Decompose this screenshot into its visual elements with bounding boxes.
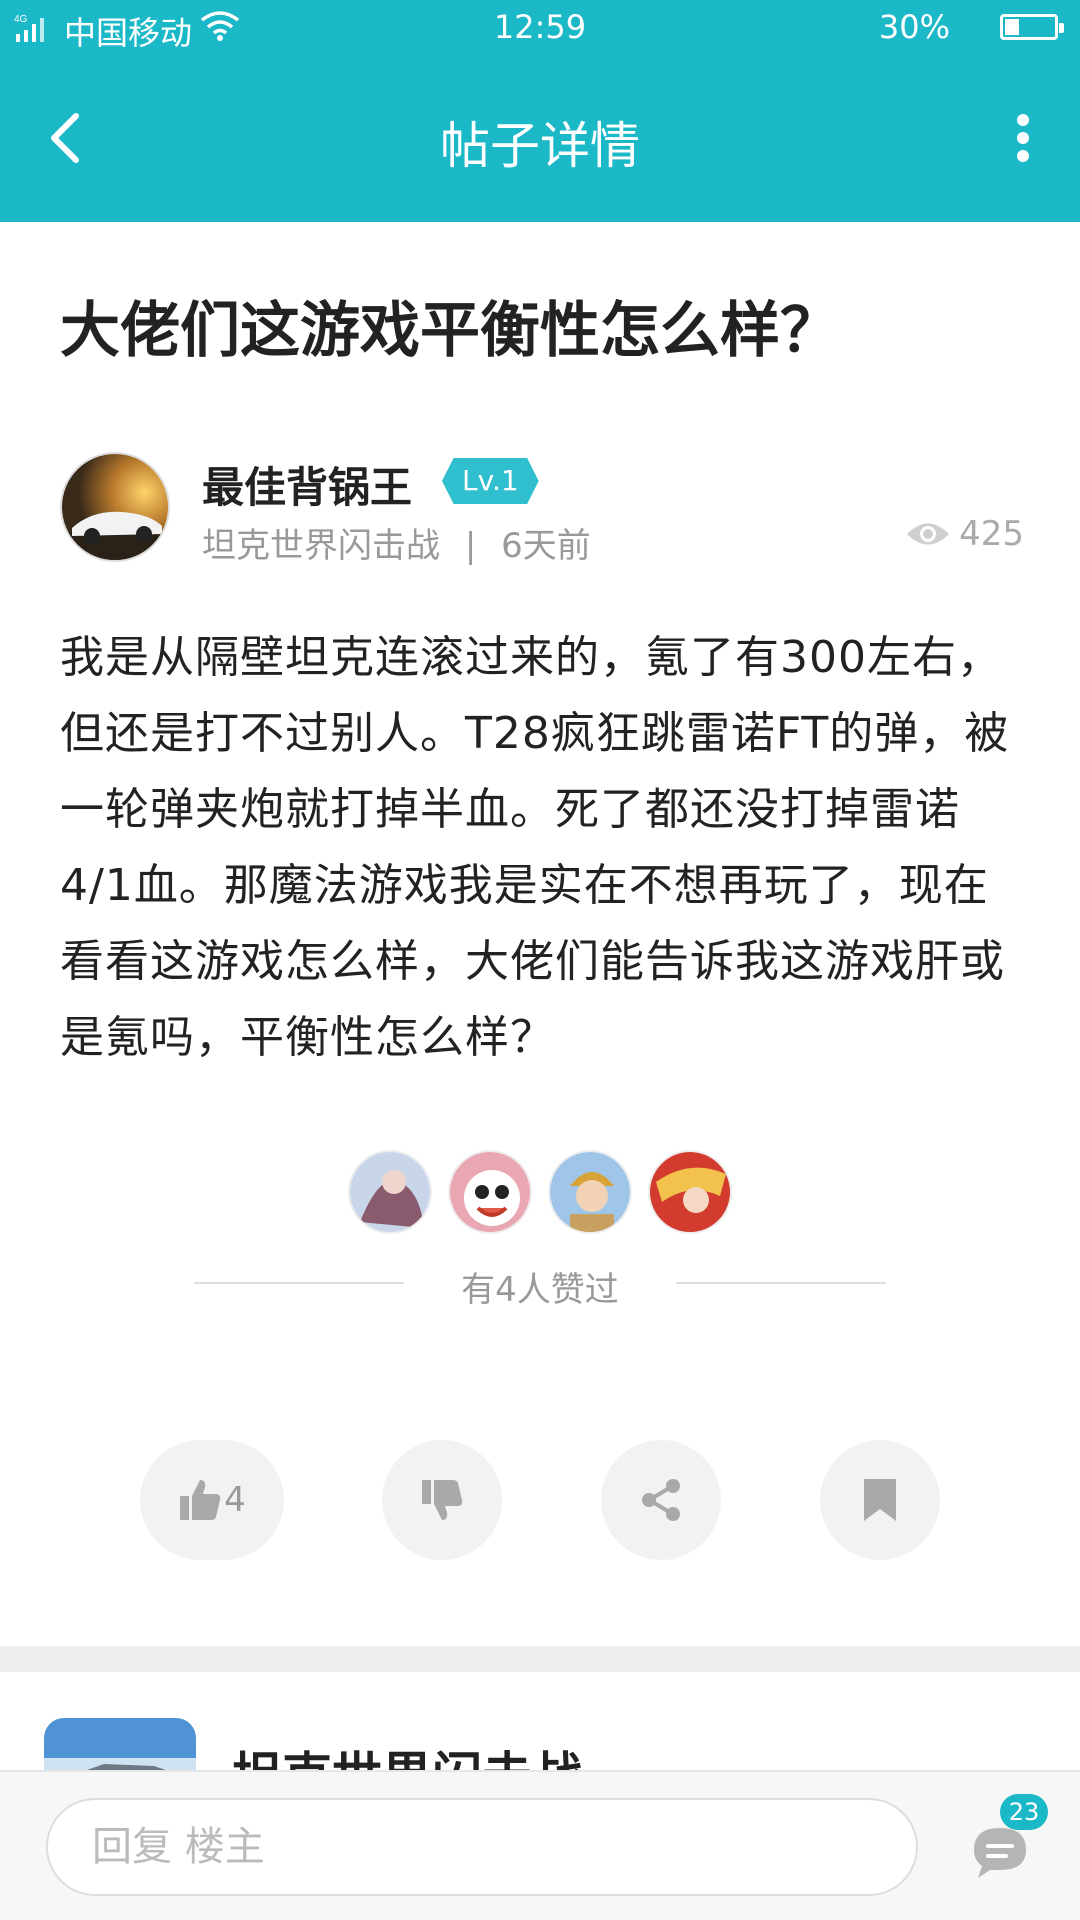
bookmark-icon	[864, 1479, 896, 1521]
liker-avatars	[0, 1150, 1080, 1234]
section-divider	[0, 1646, 1080, 1672]
like-button[interactable]: 4	[140, 1440, 284, 1560]
comment-count-badge: 23	[1000, 1794, 1048, 1830]
liker-avatar[interactable]	[648, 1150, 732, 1234]
post-meta: 坦克世界闪击战 | 6天前	[202, 518, 591, 567]
liker-avatar[interactable]	[448, 1150, 532, 1234]
like-count: 4	[224, 1480, 246, 1520]
reply-bar: 回复 楼主 23	[0, 1770, 1080, 1920]
liker-avatar[interactable]	[348, 1150, 432, 1234]
share-icon	[642, 1479, 680, 1521]
battery-icon	[1000, 14, 1064, 40]
game-link[interactable]: 坦克世界闪击战	[202, 526, 440, 566]
author-name[interactable]: 最佳背锅王	[202, 454, 412, 515]
meta-separator: |	[464, 526, 477, 566]
app-header: 4G 中国移动 12:59 30% 帖子详情	[0, 0, 1080, 222]
battery-level-fill	[1005, 19, 1020, 35]
view-count-value: 425	[959, 514, 1024, 554]
thumbs-up-icon	[180, 1480, 221, 1520]
reply-input[interactable]: 回复 楼主	[46, 1798, 918, 1896]
navigation-bar: 帖子详情	[0, 90, 1080, 182]
level-badge: Lv.1	[442, 458, 539, 504]
battery-percent: 30%	[878, 8, 950, 46]
post-title: 大佬们这游戏平衡性怎么样？	[60, 296, 840, 366]
eye-icon	[907, 523, 950, 545]
more-vertical-icon[interactable]	[1008, 110, 1038, 166]
thumbs-down-icon	[422, 1480, 463, 1520]
share-button[interactable]	[601, 1440, 721, 1560]
page-title: 帖子详情	[440, 117, 640, 175]
author-avatar[interactable]	[60, 452, 170, 562]
bookmark-button[interactable]	[820, 1440, 940, 1560]
liker-avatar[interactable]	[548, 1150, 632, 1234]
avatar-image	[62, 454, 168, 560]
post-body: 我是从隔壁坦克连滚过来的，氪了有300左右，但还是打不过别人。T28疯狂跳雷诺F…	[60, 632, 1010, 1063]
view-count: 425	[905, 514, 1024, 554]
comment-icon[interactable]	[970, 1824, 1030, 1880]
dislike-button[interactable]	[382, 1440, 502, 1560]
post-time: 6天前	[501, 526, 591, 566]
likes-summary: 有4人赞过	[461, 1270, 619, 1310]
status-bar: 4G 中国移动 12:59 30%	[0, 0, 1080, 56]
